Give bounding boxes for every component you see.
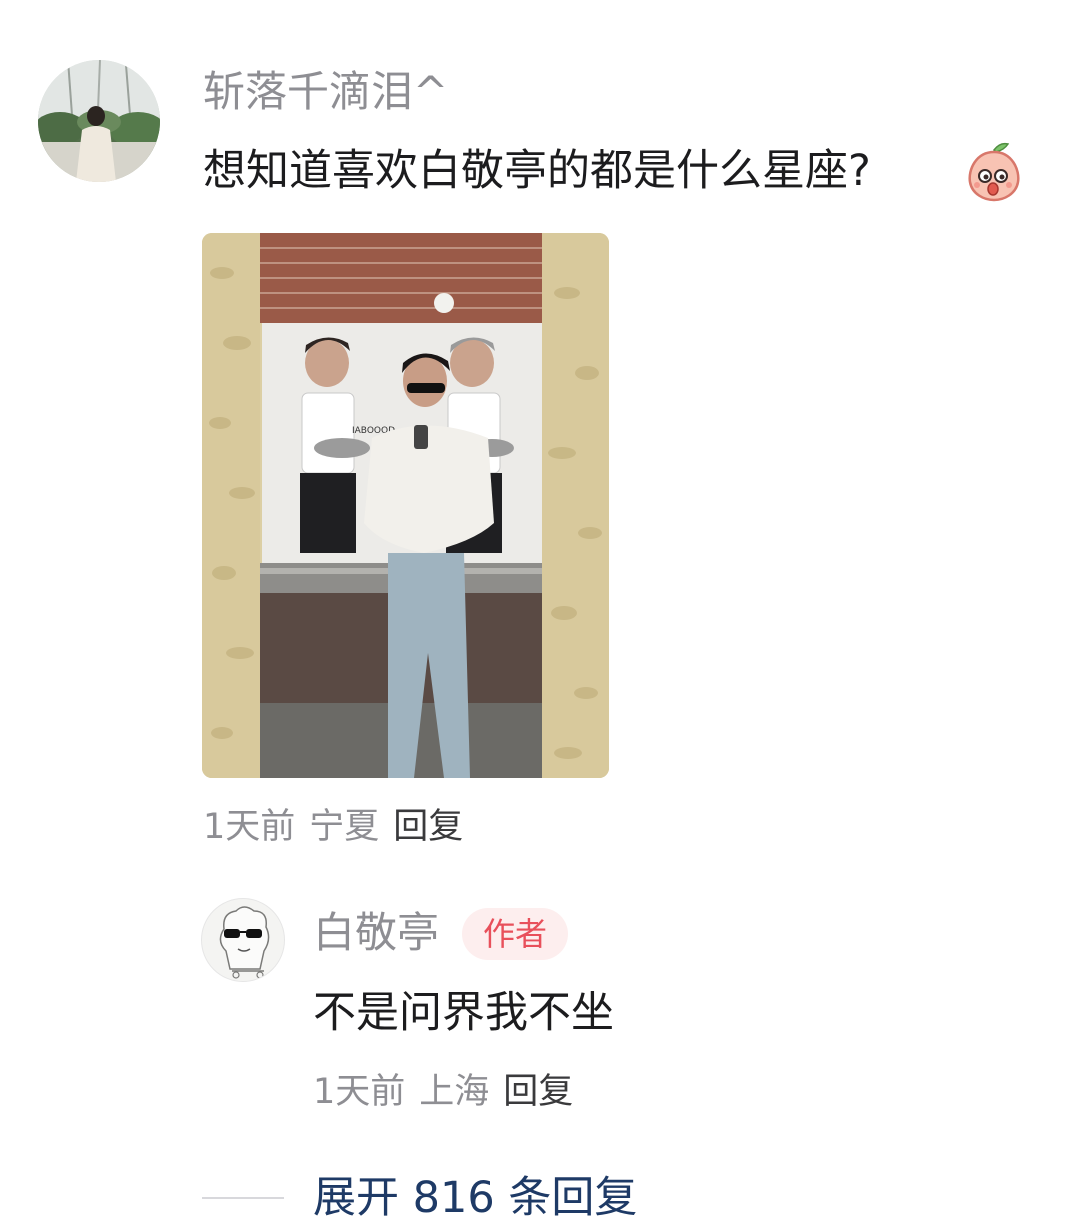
comment-photo[interactable]: IABOOOD bbox=[202, 233, 609, 778]
comment-time: 1天前 bbox=[203, 807, 296, 847]
reply-time: 1天前 bbox=[313, 1072, 406, 1112]
comment-meta: 1天前 宁夏 回复 bbox=[203, 805, 477, 849]
user-avatar[interactable] bbox=[38, 60, 160, 182]
divider-line bbox=[202, 1197, 284, 1199]
reply-reply-button[interactable]: 回复 bbox=[503, 1072, 573, 1112]
reply-user-avatar[interactable] bbox=[201, 898, 285, 982]
username[interactable]: 斩落千滴泪^ bbox=[203, 66, 448, 118]
reply-meta: 1天前 上海 回复 bbox=[313, 1070, 587, 1114]
reply-username[interactable]: 白敬亭 bbox=[313, 906, 439, 960]
comment-text: 想知道喜欢白敬亭的都是什么星座? bbox=[203, 146, 871, 196]
reply-text: 不是问界我不坐 bbox=[313, 988, 614, 1038]
reply-location: 上海 bbox=[419, 1072, 490, 1112]
peach-emoji-icon bbox=[964, 140, 1024, 202]
expand-replies-button[interactable]: 展开 816 条回复 bbox=[313, 1170, 637, 1226]
comment-location: 宁夏 bbox=[309, 807, 380, 847]
reply-button[interactable]: 回复 bbox=[393, 807, 463, 847]
author-badge: 作者 bbox=[462, 908, 568, 960]
